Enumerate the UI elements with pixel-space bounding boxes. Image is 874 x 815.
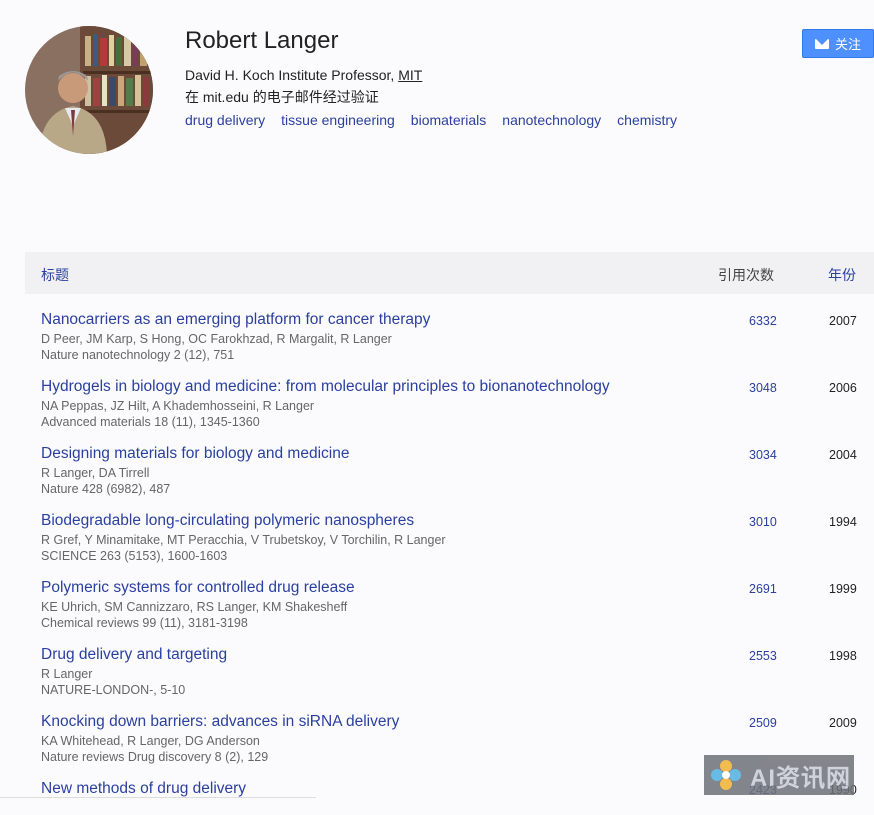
watermark-text: AI资讯网 (750, 764, 851, 792)
article-year: 1998 (829, 649, 857, 663)
article-venue: Nature reviews Drug discovery 8 (2), 129 (41, 750, 269, 764)
watermark-logo-icon (711, 760, 741, 790)
interest-link[interactable]: biomaterials (411, 112, 486, 128)
follow-label: 关注 (834, 37, 861, 52)
article-authors: R Langer, DA Tirrell (41, 466, 150, 480)
article-venue: SCIENCE 263 (5153), 1600-1603 (41, 549, 228, 563)
table-row: Hydrogels in biology and medicine: from … (25, 378, 874, 440)
article-authors: NA Peppas, JZ Hilt, A Khademhosseini, R … (41, 399, 315, 413)
article-year: 2007 (829, 314, 857, 328)
article-venue: Nature nanotechnology 2 (12), 751 (41, 348, 235, 362)
interest-link[interactable]: nanotechnology (502, 112, 601, 128)
article-year: 2009 (829, 716, 857, 730)
interest-link[interactable]: drug delivery (185, 112, 265, 128)
table-row: Nanocarriers as an emerging platform for… (25, 311, 874, 373)
follow-button[interactable]: 关注 (802, 29, 874, 58)
profile-name: Robert Langer (185, 27, 339, 54)
article-title-link[interactable]: New methods of drug delivery (41, 780, 246, 798)
cited-by-link[interactable]: 2509 (749, 716, 777, 730)
envelope-icon (814, 38, 829, 49)
article-title-link[interactable]: Hydrogels in biology and medicine: from … (41, 378, 610, 396)
article-year: 2004 (829, 448, 857, 462)
article-title-link[interactable]: Biodegradable long-circulating polymeric… (41, 512, 414, 530)
cited-by-link[interactable]: 3010 (749, 515, 777, 529)
article-venue: NATURE-LONDON-, 5-10 (41, 683, 186, 697)
header-year-sort[interactable]: 年份 (828, 265, 856, 285)
article-authors: R Gref, Y Minamitake, MT Peracchia, V Tr… (41, 533, 446, 547)
article-venue: Chemical reviews 99 (11), 3181-3198 (41, 616, 248, 630)
article-authors: KA Whitehead, R Langer, DG Anderson (41, 734, 260, 748)
affiliation-text: David H. Koch Institute Professor, (185, 67, 399, 83)
header-cites-sort[interactable]: 引用次数 (718, 265, 774, 285)
cited-by-link[interactable]: 6332 (749, 314, 777, 328)
article-venue: Nature 428 (6982), 487 (41, 482, 171, 496)
table-row: Drug delivery and targeting R Langer NAT… (25, 646, 874, 708)
article-title-link[interactable]: Drug delivery and targeting (41, 646, 227, 664)
article-authors: R Langer (41, 667, 93, 681)
article-title-link[interactable]: Polymeric systems for controlled drug re… (41, 579, 355, 597)
cited-by-link[interactable]: 3034 (749, 448, 777, 462)
article-year: 2006 (829, 381, 857, 395)
interest-link[interactable]: chemistry (617, 112, 677, 128)
profile-affiliation: David H. Koch Institute Professor, MIT (185, 67, 422, 83)
article-title-link[interactable]: Knocking down barriers: advances in siRN… (41, 713, 399, 731)
email-verification: 在 mit.edu 的电子邮件经过验证 (185, 89, 379, 105)
article-authors: D Peer, JM Karp, S Hong, OC Farokhzad, R… (41, 332, 392, 346)
article-year: 1994 (829, 515, 857, 529)
watermark: AI资讯网 (704, 755, 854, 795)
article-title-link[interactable]: Nanocarriers as an emerging platform for… (41, 311, 430, 329)
article-authors: KE Uhrich, SM Cannizzaro, RS Langer, KM … (41, 600, 348, 614)
cited-by-link[interactable]: 2691 (749, 582, 777, 596)
table-row: Biodegradable long-circulating polymeric… (25, 512, 874, 574)
article-venue: Advanced materials 18 (11), 1345-1360 (41, 415, 260, 429)
profile-photo (25, 26, 153, 154)
article-title-link[interactable]: Designing materials for biology and medi… (41, 445, 349, 463)
cited-by-link[interactable]: 3048 (749, 381, 777, 395)
interest-link[interactable]: tissue engineering (281, 112, 395, 128)
table-header: 标题 引用次数 年份 (25, 252, 874, 294)
cited-by-link[interactable]: 2553 (749, 649, 777, 663)
article-year: 1999 (829, 582, 857, 596)
header-title-sort[interactable]: 标题 (41, 265, 69, 285)
table-row: Designing materials for biology and medi… (25, 445, 874, 507)
research-interests: drug delivery tissue engineering biomate… (185, 112, 677, 128)
table-row: Polymeric systems for controlled drug re… (25, 579, 874, 641)
divider (0, 797, 316, 798)
affiliation-link[interactable]: MIT (398, 67, 422, 83)
